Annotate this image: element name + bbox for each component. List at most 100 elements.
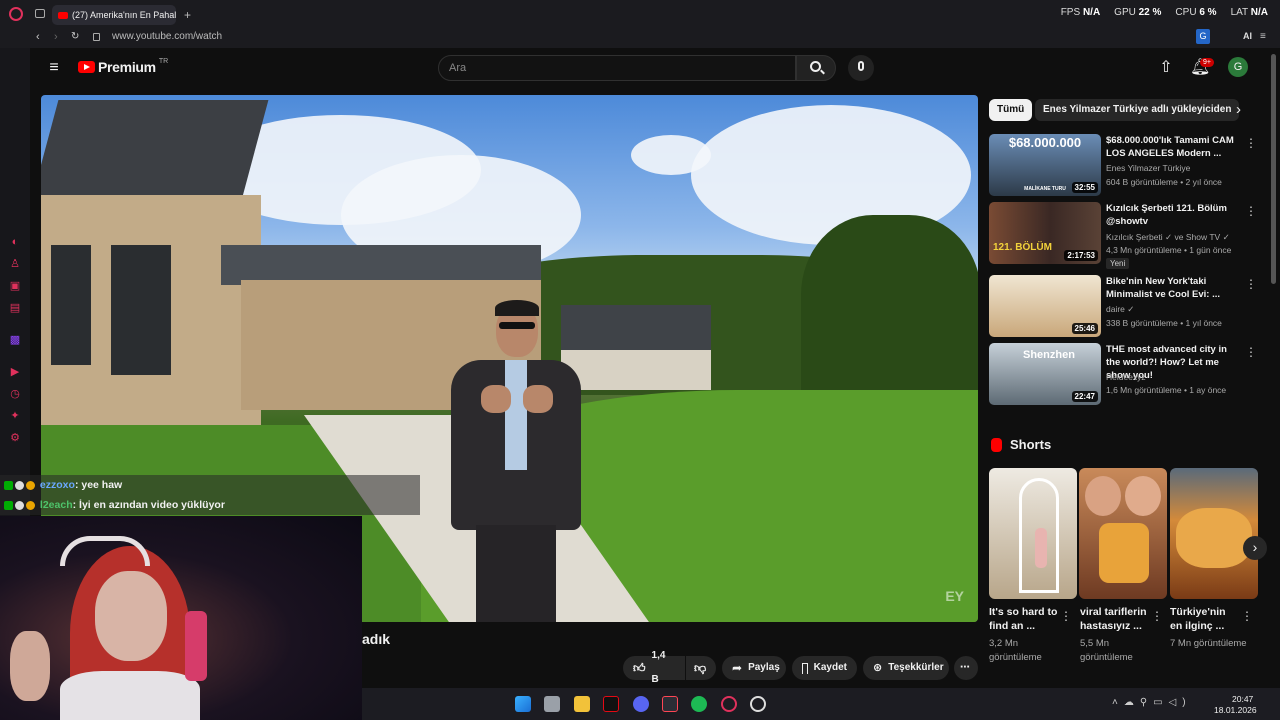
- netflix-icon[interactable]: [603, 696, 619, 712]
- obs-icon[interactable]: [750, 696, 766, 712]
- tray-icons[interactable]: ˄☁⚲▭◁): [1112, 697, 1192, 708]
- thanks-button[interactable]: ⊛ Teşekkürler: [863, 656, 949, 680]
- workspace-icon[interactable]: ♙: [9, 258, 21, 270]
- profile-badge[interactable]: G: [1196, 29, 1210, 44]
- more-options-icon[interactable]: ⋮: [1245, 204, 1257, 218]
- more-options-icon[interactable]: ⋮: [1151, 609, 1163, 623]
- voice-search-button[interactable]: [848, 55, 874, 81]
- channel-name[interactable]: Heideexyz: [1106, 372, 1246, 382]
- history-icon[interactable]: ◷: [9, 388, 21, 400]
- address-field[interactable]: www.youtube.com/watch: [112, 31, 222, 42]
- spotify-icon[interactable]: [691, 696, 707, 712]
- more-options-icon[interactable]: ⋮: [1245, 277, 1257, 291]
- video-thumbnail[interactable]: 25:46: [989, 275, 1101, 337]
- new-badge: Yeni: [1106, 258, 1130, 269]
- hardware-stats: FPS N/A GPU 22 % CPU 6 % LAT N/A: [1061, 7, 1268, 18]
- twitch-icon[interactable]: ▩: [9, 334, 21, 346]
- windows-start-icon[interactable]: [515, 696, 531, 712]
- discord-icon[interactable]: [633, 696, 649, 712]
- short-thumbnail[interactable]: [989, 468, 1077, 599]
- youtube-logo[interactable]: Premium TR: [78, 58, 168, 75]
- more-options-icon[interactable]: ⋮: [1060, 609, 1072, 623]
- video-meta: 4,3 Mn görüntüleme • 1 gün önce: [1106, 245, 1232, 255]
- upload-icon[interactable]: ⇧: [1157, 58, 1175, 78]
- new-tab-button[interactable]: +: [184, 8, 191, 22]
- moon-badge-icon: [15, 500, 24, 510]
- ai-button[interactable]: AI: [1243, 31, 1252, 41]
- coin-badge-icon: [26, 500, 35, 510]
- task-view-icon[interactable]: [544, 696, 560, 712]
- short-thumbnail[interactable]: [1170, 468, 1258, 599]
- video-thumbnail[interactable]: $68.000.000 MALİKANE TURU 32:55: [989, 134, 1101, 196]
- youtube-play-icon: [78, 61, 95, 73]
- search-input[interactable]: Ara: [438, 55, 796, 81]
- more-options-icon[interactable]: ⋮: [1245, 345, 1257, 359]
- hamburger-menu-icon[interactable]: ≡: [45, 58, 63, 78]
- chat-text: : İyi en azından video yüklüyor: [72, 499, 225, 511]
- forward-icon[interactable]: ›: [54, 31, 58, 43]
- moon-badge-icon: [15, 480, 24, 490]
- chip-all[interactable]: Tümü: [989, 99, 1033, 121]
- extensions-icon[interactable]: ✦: [9, 410, 21, 422]
- share-icon: ➦: [732, 661, 743, 675]
- back-icon[interactable]: ‹: [36, 31, 40, 43]
- recommendation-item[interactable]: $68.000.000 MALİKANE TURU 32:55 $68.000.…: [989, 134, 1259, 196]
- messenger-icon[interactable]: ▣: [9, 280, 21, 292]
- recommendation-item[interactable]: 121. BÖLÜM 2:17:53 Kızılcık Şerbeti 121.…: [989, 202, 1259, 269]
- channel-name[interactable]: Kızılcık Şerbeti ✓ ve Show TV ✓: [1106, 232, 1246, 243]
- video-thumbnail[interactable]: 121. BÖLÜM 2:17:53: [989, 202, 1101, 264]
- video-house-windows: [111, 245, 171, 375]
- short-thumbnail[interactable]: [1079, 468, 1167, 599]
- reload-icon[interactable]: ↻: [71, 31, 79, 42]
- short-meta: 7 Mn görüntüleme: [1170, 638, 1247, 649]
- clock-date: 18.01.2026: [1214, 705, 1257, 715]
- notification-count-badge: 9+: [1200, 58, 1214, 67]
- more-actions-button[interactable]: ⋯: [954, 656, 978, 680]
- video-title[interactable]: $68.000.000'lık Tamami CAM LOS ANGELES M…: [1106, 134, 1238, 160]
- like-button[interactable]: 👍︎ 1,4 B: [623, 650, 685, 685]
- settings-icon[interactable]: ⚙: [9, 432, 21, 444]
- search-button[interactable]: [796, 55, 836, 81]
- chips-next-icon[interactable]: ›: [1236, 101, 1241, 118]
- opera-gx-icon[interactable]: [721, 696, 737, 712]
- save-button[interactable]: Kaydet: [792, 656, 857, 680]
- more-options-icon[interactable]: ⋮: [1241, 609, 1253, 623]
- mod-badge-icon: [4, 500, 13, 510]
- tab-manager-icon[interactable]: [35, 9, 45, 18]
- chip-uploader[interactable]: Enes Yilmazer Türkiye adlı yükleyiciden: [1035, 99, 1240, 121]
- more-options-icon[interactable]: ⋮: [1245, 136, 1257, 150]
- video-meta: 338 B görüntüleme • 1 yıl önce: [1106, 318, 1222, 328]
- channel-name[interactable]: daire ✓: [1106, 304, 1246, 315]
- player-icon[interactable]: ▶: [9, 366, 21, 378]
- video-thumbnail[interactable]: Shenzhen 22:47: [989, 343, 1101, 405]
- short-meta: 5,5 Mn görüntüleme: [1080, 638, 1133, 663]
- chat-message: ezzoxo: yee haw: [0, 475, 420, 495]
- short-title[interactable]: viral tariflerin hastasıyız ...: [1080, 605, 1150, 633]
- valorant-icon[interactable]: [662, 696, 678, 712]
- opera-logo-icon[interactable]: [9, 7, 23, 21]
- video-title: adık: [362, 631, 391, 647]
- shorts-next-button[interactable]: ›: [1243, 536, 1267, 560]
- page-scrollbar[interactable]: [1271, 54, 1276, 284]
- video-title[interactable]: Kızılcık Şerbeti 121. Bölüm @showtv: [1106, 202, 1238, 228]
- channel-name[interactable]: Enes Yilmazer Türkiye: [1106, 163, 1246, 173]
- video-meta: 1,6 Mn görüntüleme • 1 ay önce: [1106, 385, 1227, 395]
- youtube-favicon-icon: [58, 11, 68, 19]
- browser-tab[interactable]: (27) Amerika'nın En Pahalı: [52, 5, 176, 25]
- file-explorer-icon[interactable]: [574, 696, 590, 712]
- share-button[interactable]: ➦ Paylaş: [722, 656, 786, 680]
- chat-username[interactable]: l2each: [40, 499, 73, 511]
- chat-username[interactable]: ezzoxo: [40, 479, 75, 491]
- video-title[interactable]: Bike'nin New York'taki Minimalist ve Coo…: [1106, 275, 1238, 301]
- video-duration: 2:17:53: [1064, 250, 1098, 261]
- like-count: 1,4 B: [651, 650, 666, 685]
- short-title[interactable]: It's so hard to find an ...: [989, 605, 1059, 633]
- menu-icon[interactable]: ≡: [1260, 31, 1266, 42]
- avatar[interactable]: G: [1228, 57, 1248, 77]
- aria-icon[interactable]: ◐: [9, 236, 21, 248]
- mail-icon[interactable]: ▤: [9, 302, 21, 314]
- short-title[interactable]: Türkiye'nin en ilginç ...: [1170, 605, 1240, 633]
- dislike-button[interactable]: 👎︎: [686, 656, 716, 680]
- recommendation-item[interactable]: Shenzhen 22:47 THE most advanced city in…: [989, 343, 1259, 405]
- recommendation-item[interactable]: 25:46 Bike'nin New York'taki Minimalist …: [989, 275, 1259, 337]
